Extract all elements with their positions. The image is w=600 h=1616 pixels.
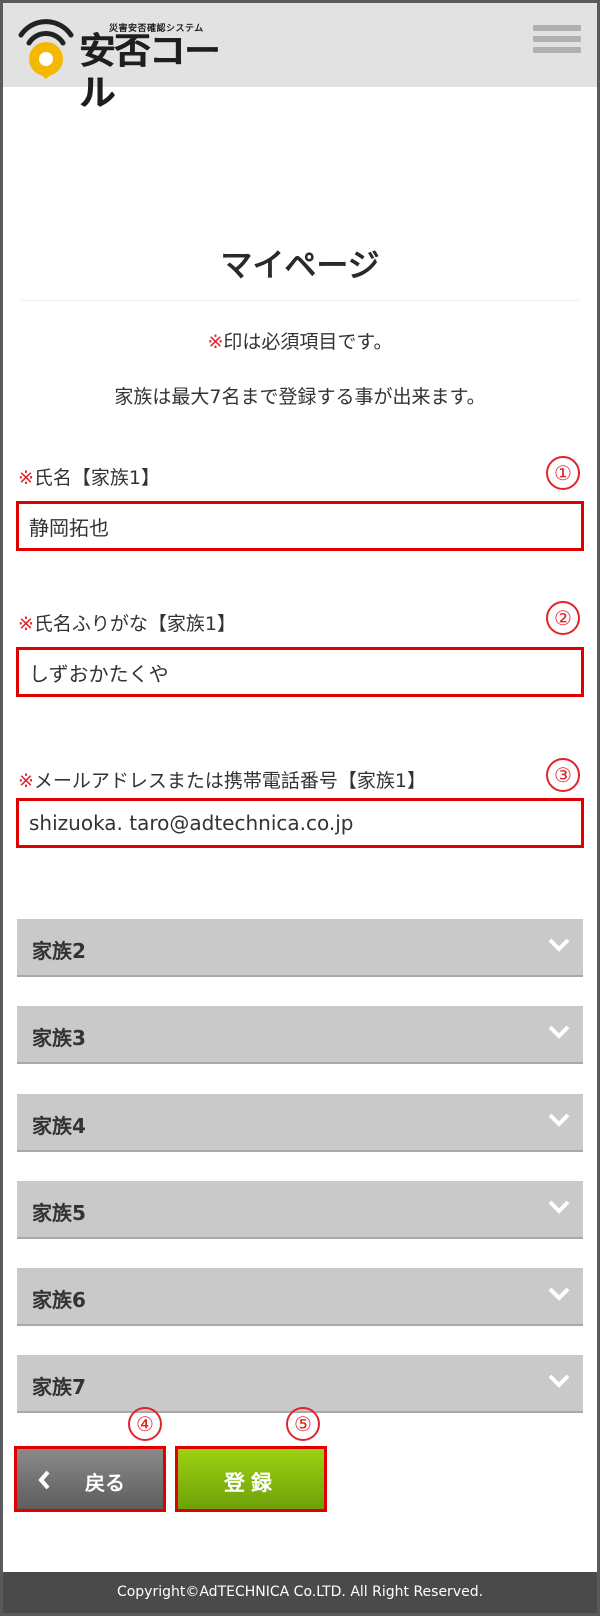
accordion-label: 家族2 [32,939,86,963]
required-note-text: 印は必須項目です。 [223,331,393,353]
header: 災害安否確認システム 安否コール [3,3,597,114]
accordion-label: 家族5 [32,1201,86,1225]
logo-mark-icon [18,19,74,79]
contact-field-label-text: メールアドレスまたは携帯電話番号【家族1】 [33,770,427,792]
family-4-accordion[interactable]: 家族4 [17,1094,583,1152]
chevron-down-icon [548,1374,570,1388]
register-button[interactable]: 登録 [175,1446,327,1512]
required-mark: ※ [18,770,34,792]
chevron-down-icon [548,1113,570,1127]
required-mark: ※ [18,613,34,635]
footer-copyright: Copyright©AdTECHNICA Co.LTD. All Right R… [3,1572,597,1613]
chevron-left-icon [38,1470,50,1490]
required-mark: ※ [207,331,224,353]
chevron-down-icon [548,1287,570,1301]
accordion-label: 家族7 [32,1375,86,1399]
chevron-down-icon [548,1200,570,1214]
annotation-badge-3: ③ [546,758,580,792]
contact-field-label: ※メールアドレスまたは携帯電話番号【家族1】 [18,766,426,793]
contact-input-wrapper [16,798,584,848]
family-6-accordion[interactable]: 家族6 [17,1268,583,1326]
annotation-badge-2: ② [546,601,580,635]
furigana-input[interactable] [19,650,581,694]
furigana-field-label: ※氏名ふりがな【家族1】 [18,609,236,636]
required-mark: ※ [18,467,34,489]
annotation-badge-1: ① [546,456,580,490]
name-field-label: ※氏名【家族1】 [18,463,160,490]
title-divider [20,300,580,301]
chevron-down-icon [548,1025,570,1039]
accordion-label: 家族6 [32,1288,86,1312]
family-2-accordion[interactable]: 家族2 [17,919,583,977]
page-title: マイページ [220,246,380,284]
required-note: ※印は必須項目です。 [0,327,600,354]
family-7-accordion[interactable]: 家族7 [17,1355,583,1413]
annotation-badge-5: ⑤ [286,1407,320,1441]
family-3-accordion[interactable]: 家族3 [17,1006,583,1064]
family-note: 家族は最大7名まで登録する事が出来ます。 [114,386,486,408]
back-button-label: 戻る [85,1471,125,1495]
register-button-label: 登録 [224,1471,278,1495]
name-input[interactable] [19,504,581,548]
furigana-input-wrapper [16,647,584,697]
name-input-wrapper [16,501,584,551]
logo[interactable]: 災害安否確認システム 安否コール [17,15,232,114]
accordion-label: 家族3 [32,1026,86,1050]
furigana-field-label-text: 氏名ふりがな【家族1】 [33,613,237,635]
family-5-accordion[interactable]: 家族5 [17,1181,583,1239]
accordion-label: 家族4 [32,1114,86,1138]
name-field-label-text: 氏名【家族1】 [33,467,161,489]
annotation-badge-4: ④ [128,1407,162,1441]
contact-input[interactable] [19,801,581,845]
chevron-down-icon [548,938,570,952]
logo-title: 安否コール [79,31,220,114]
back-button[interactable]: 戻る [14,1446,166,1512]
hamburger-menu-icon[interactable] [533,25,581,61]
